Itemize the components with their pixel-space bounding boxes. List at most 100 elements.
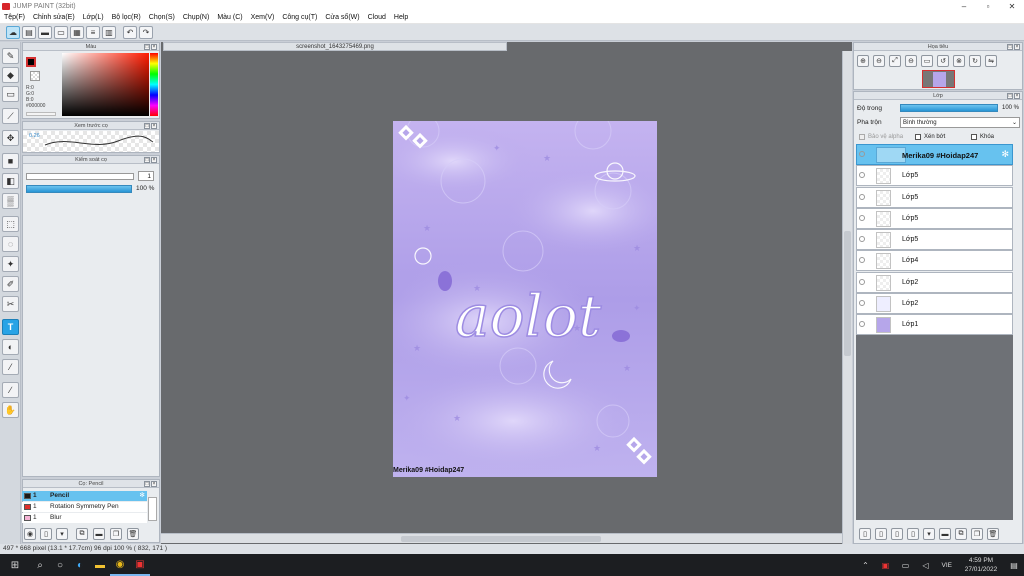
folder-icon[interactable]: ▬ xyxy=(93,528,105,540)
new-layer-color-icon[interactable]: ▯ xyxy=(875,528,887,540)
navigator-thumbnail[interactable] xyxy=(922,70,955,88)
menu-select[interactable]: Chọn(S) xyxy=(149,14,175,21)
menu-color[interactable]: Màu (C) xyxy=(217,14,242,21)
eraser-icon[interactable]: ◆ xyxy=(2,67,19,83)
layer-row[interactable]: Lớp5 xyxy=(856,165,1013,186)
edge-icon[interactable]: ◐ xyxy=(70,554,90,576)
actual-size-icon[interactable]: ▭ xyxy=(921,55,933,67)
panel-close-icon[interactable]: × xyxy=(1014,93,1020,99)
maximize-icon[interactable]: ▫ xyxy=(976,0,1000,12)
menu-tools[interactable]: Công cụ(T) xyxy=(282,14,317,21)
layer-folder-icon[interactable]: ▬ xyxy=(939,528,951,540)
panel-close-icon[interactable]: × xyxy=(1014,44,1020,50)
brush-opacity-slider[interactable] xyxy=(26,185,132,193)
hue-slider[interactable] xyxy=(150,53,158,116)
panel-close-icon[interactable]: × xyxy=(151,481,157,487)
horizontal-scroll-thumb[interactable] xyxy=(401,536,601,542)
eye-icon[interactable] xyxy=(859,215,865,221)
delete-brush-icon[interactable]: 🗑 xyxy=(127,528,139,540)
brush-list-scrollbar[interactable] xyxy=(148,497,157,521)
protect-alpha-checkbox[interactable] xyxy=(859,134,865,140)
menu-help[interactable]: Help xyxy=(394,14,408,21)
fit-icon[interactable]: ⤢ xyxy=(889,55,901,67)
fill-select-icon[interactable]: ◐ xyxy=(2,339,19,355)
save-icon[interactable]: ▤ xyxy=(22,25,36,39)
language-indicator[interactable]: VIE xyxy=(942,562,952,569)
medibang-icon[interactable]: ▣ xyxy=(130,554,150,576)
panel-close-icon[interactable]: × xyxy=(151,157,157,163)
drawing-canvas[interactable]: ★ ★ ★ ★ ★ ★ ★ ★ ★ ✦ ✦ ✦ aolot Merika09 #Hoidap247 xyxy=(393,121,657,477)
panel-float-icon[interactable]: □ xyxy=(144,481,150,487)
layer-row[interactable]: Lớp2 xyxy=(856,293,1013,314)
new-layer-1bit-icon[interactable]: ▯ xyxy=(891,528,903,540)
volume-icon[interactable]: ◁ xyxy=(916,554,936,576)
move-icon[interactable]: ✥ xyxy=(2,130,19,146)
lock-checkbox[interactable] xyxy=(971,134,977,140)
layer-row[interactable]: Lớp5 xyxy=(856,229,1013,250)
picker-icon[interactable]: ∕ xyxy=(2,382,19,398)
background-color-swatch[interactable] xyxy=(30,71,40,81)
new-layer-icon[interactable]: ▯ xyxy=(859,528,871,540)
rotate-right-icon[interactable]: ↻ xyxy=(969,55,981,67)
menu-cloud[interactable]: Cloud xyxy=(368,14,386,21)
shape-icon[interactable]: ▭ xyxy=(2,86,19,102)
zoom-reset-icon[interactable]: ⊖ xyxy=(905,55,917,67)
task-view-icon[interactable]: ○ xyxy=(50,554,70,576)
panel-float-icon[interactable]: □ xyxy=(144,123,150,129)
duplicate-icon[interactable]: ❐ xyxy=(110,528,122,540)
chrome-icon[interactable]: ◉ xyxy=(110,554,130,576)
canvas-vertical-scrollbar[interactable] xyxy=(842,51,852,544)
menu-layer[interactable]: Lớp(L) xyxy=(83,14,104,21)
rectangle-icon[interactable]: ■ xyxy=(2,153,19,169)
brush-item-rotation-symmetry[interactable]: 1 Rotation Symmetry Pen xyxy=(22,502,147,512)
windows-start-icon[interactable]: ⊞ xyxy=(0,554,30,576)
copy-brush-icon[interactable]: ⧉ xyxy=(76,528,88,540)
tray-app-icon[interactable]: ▣ xyxy=(876,554,896,576)
eye-icon[interactable] xyxy=(859,172,865,178)
minimize-icon[interactable]: – xyxy=(952,0,976,12)
menu-edit[interactable]: Chỉnh sửa(E) xyxy=(33,14,75,21)
bucket-icon[interactable]: ◧ xyxy=(2,173,19,189)
eye-icon[interactable] xyxy=(859,279,865,285)
rotate-left-icon[interactable]: ↺ xyxy=(937,55,949,67)
clock[interactable]: 4:59 PM 27/01/2022 xyxy=(958,556,1004,574)
brush-item-blur[interactable]: 1 Blur xyxy=(22,513,147,523)
undo-icon[interactable]: ↶ xyxy=(123,25,137,39)
close-icon[interactable]: ✕ xyxy=(1000,0,1024,12)
brush-preset-icon[interactable]: ◉ xyxy=(24,528,36,540)
color-mode-bar[interactable] xyxy=(26,112,56,116)
panel-close-icon[interactable]: × xyxy=(151,44,157,50)
eye-icon[interactable] xyxy=(859,151,865,157)
canvas-horizontal-scrollbar[interactable] xyxy=(161,533,842,543)
layer-row[interactable]: Merika09 #Hoidap247 ✻ xyxy=(856,144,1013,165)
eyedropper-icon[interactable]: ⁄ xyxy=(2,359,19,375)
eye-icon[interactable] xyxy=(859,194,865,200)
layer-opacity-slider[interactable] xyxy=(900,104,998,112)
panel-close-icon[interactable]: × xyxy=(151,123,157,129)
new-brush-icon[interactable]: ▯ xyxy=(40,528,52,540)
layer-dropdown-icon[interactable]: ▾ xyxy=(923,528,935,540)
file-explorer-icon[interactable]: ▬ xyxy=(90,554,110,576)
menu-capture[interactable]: Chụp(N) xyxy=(183,14,209,21)
hand-icon[interactable]: ✋ xyxy=(2,402,19,418)
search-icon[interactable]: ⌕ xyxy=(30,554,50,576)
vertical-scroll-thumb[interactable] xyxy=(844,231,851,356)
panel-float-icon[interactable]: □ xyxy=(1007,93,1013,99)
pen-icon[interactable]: ✎ xyxy=(2,48,19,64)
document-tab[interactable]: screenshot_1643275469.png xyxy=(163,42,507,51)
magic-wand-icon[interactable]: ✦ xyxy=(2,256,19,272)
brush-settings-icon[interactable]: ✻ xyxy=(140,491,145,501)
list-icon[interactable]: ≡ xyxy=(86,25,100,39)
clip-checkbox[interactable] xyxy=(915,134,921,140)
select-pen-icon[interactable]: ✐ xyxy=(2,276,19,292)
lasso-icon[interactable]: ◌ xyxy=(2,236,19,252)
menu-window[interactable]: Cửa sổ(W) xyxy=(325,14,359,21)
eye-icon[interactable] xyxy=(859,321,865,327)
select-rect-icon[interactable]: ⬚ xyxy=(2,216,19,232)
brush-dropdown-icon[interactable]: ▾ xyxy=(56,528,68,540)
flip-icon[interactable]: ⇋ xyxy=(985,55,997,67)
menu-filter[interactable]: Bộ lọc(R) xyxy=(112,14,141,21)
delete-layer-icon[interactable]: 🗑 xyxy=(987,528,999,540)
tray-up-icon[interactable]: ⌃ xyxy=(856,554,876,576)
brush-size-slider[interactable] xyxy=(26,173,134,180)
